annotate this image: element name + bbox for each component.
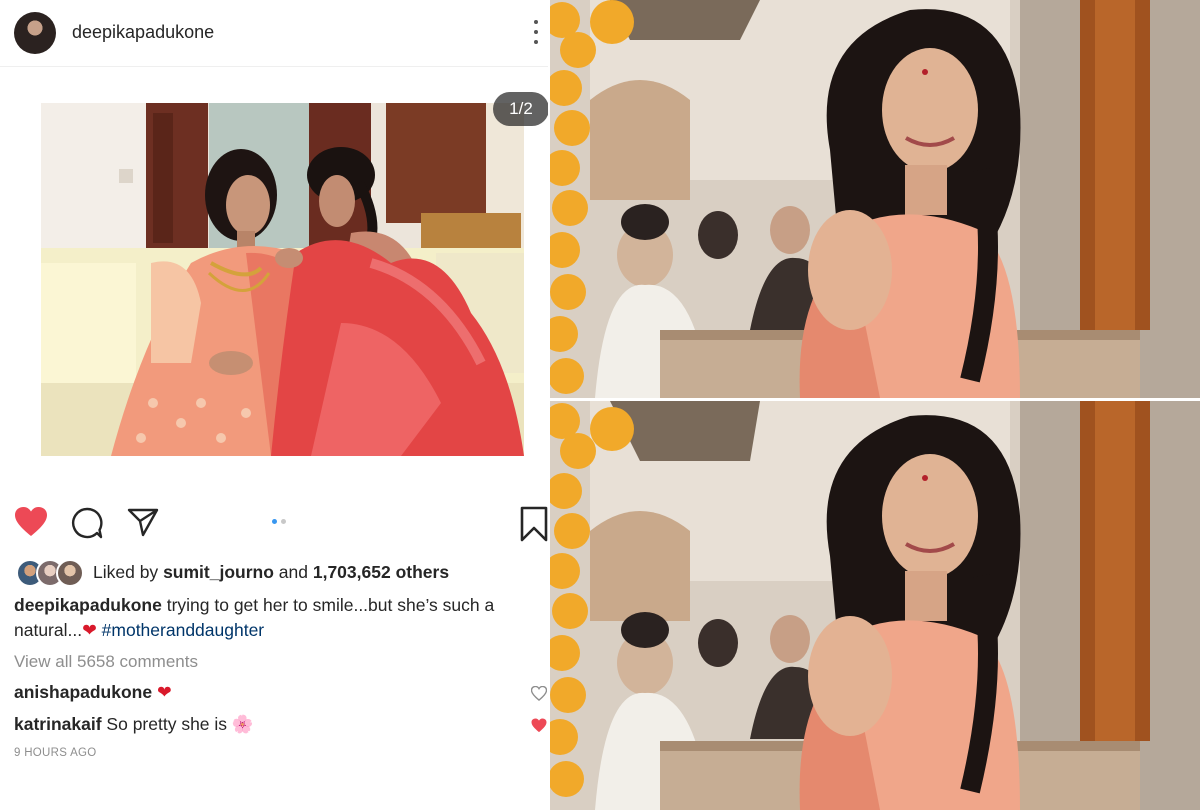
carousel-indicator <box>272 519 286 524</box>
red-heart-emoji: ❤ <box>156 682 172 702</box>
heart-filled-icon[interactable] <box>14 506 48 538</box>
carousel-dot-active <box>272 519 277 524</box>
share-icon[interactable] <box>127 507 159 537</box>
caption-username[interactable]: deepikapadukone <box>14 595 162 615</box>
side-photo-top <box>550 0 1200 398</box>
side-photo-bottom <box>550 401 1200 810</box>
caption-hashtag[interactable]: #motheranddaughter <box>102 620 264 640</box>
post-photo[interactable] <box>41 103 524 456</box>
top-liker-username[interactable]: sumit_journo <box>163 562 274 582</box>
avatar[interactable] <box>14 12 56 54</box>
heart-outline-icon[interactable] <box>530 685 548 706</box>
likes-count[interactable]: Liked by sumit_journo and 1,703,652 othe… <box>93 562 449 583</box>
carousel-dot <box>281 519 286 524</box>
comment-item: anishapadukone ❤ <box>14 682 172 703</box>
likes-prefix: Liked by <box>93 562 159 582</box>
red-heart-emoji: ❤ <box>82 620 97 640</box>
post-timestamp: 9 HOURS AGO <box>14 747 97 759</box>
comment-icon[interactable] <box>71 507 103 539</box>
liker-avatars[interactable] <box>16 559 86 587</box>
likes-row: Liked by sumit_journo and 1,703,652 othe… <box>16 558 536 587</box>
cherry-blossom-emoji: 🌸 <box>231 714 254 734</box>
comment-username[interactable]: katrinakaif <box>14 714 102 734</box>
bookmark-icon[interactable] <box>520 506 548 542</box>
heart-filled-icon[interactable] <box>531 718 547 738</box>
instagram-post: deepikapadukone 1/2 Liked by sumit_journ… <box>0 0 548 810</box>
photo-counter: 1/2 <box>493 92 548 126</box>
likes-others[interactable]: 1,703,652 others <box>313 562 449 582</box>
post-header: deepikapadukone <box>0 0 548 67</box>
comment-username[interactable]: anishapadukone <box>14 682 152 702</box>
view-all-comments-link[interactable]: View all 5658 comments <box>14 652 198 672</box>
post-caption: deepikapadukone trying to get her to smi… <box>14 593 539 643</box>
likes-connector: and <box>278 562 308 582</box>
post-username[interactable]: deepikapadukone <box>72 22 214 43</box>
more-options-icon[interactable] <box>530 20 542 44</box>
comment-text: So pretty she is <box>106 714 228 734</box>
comment-item: katrinakaif So pretty she is 🌸 <box>14 714 254 735</box>
